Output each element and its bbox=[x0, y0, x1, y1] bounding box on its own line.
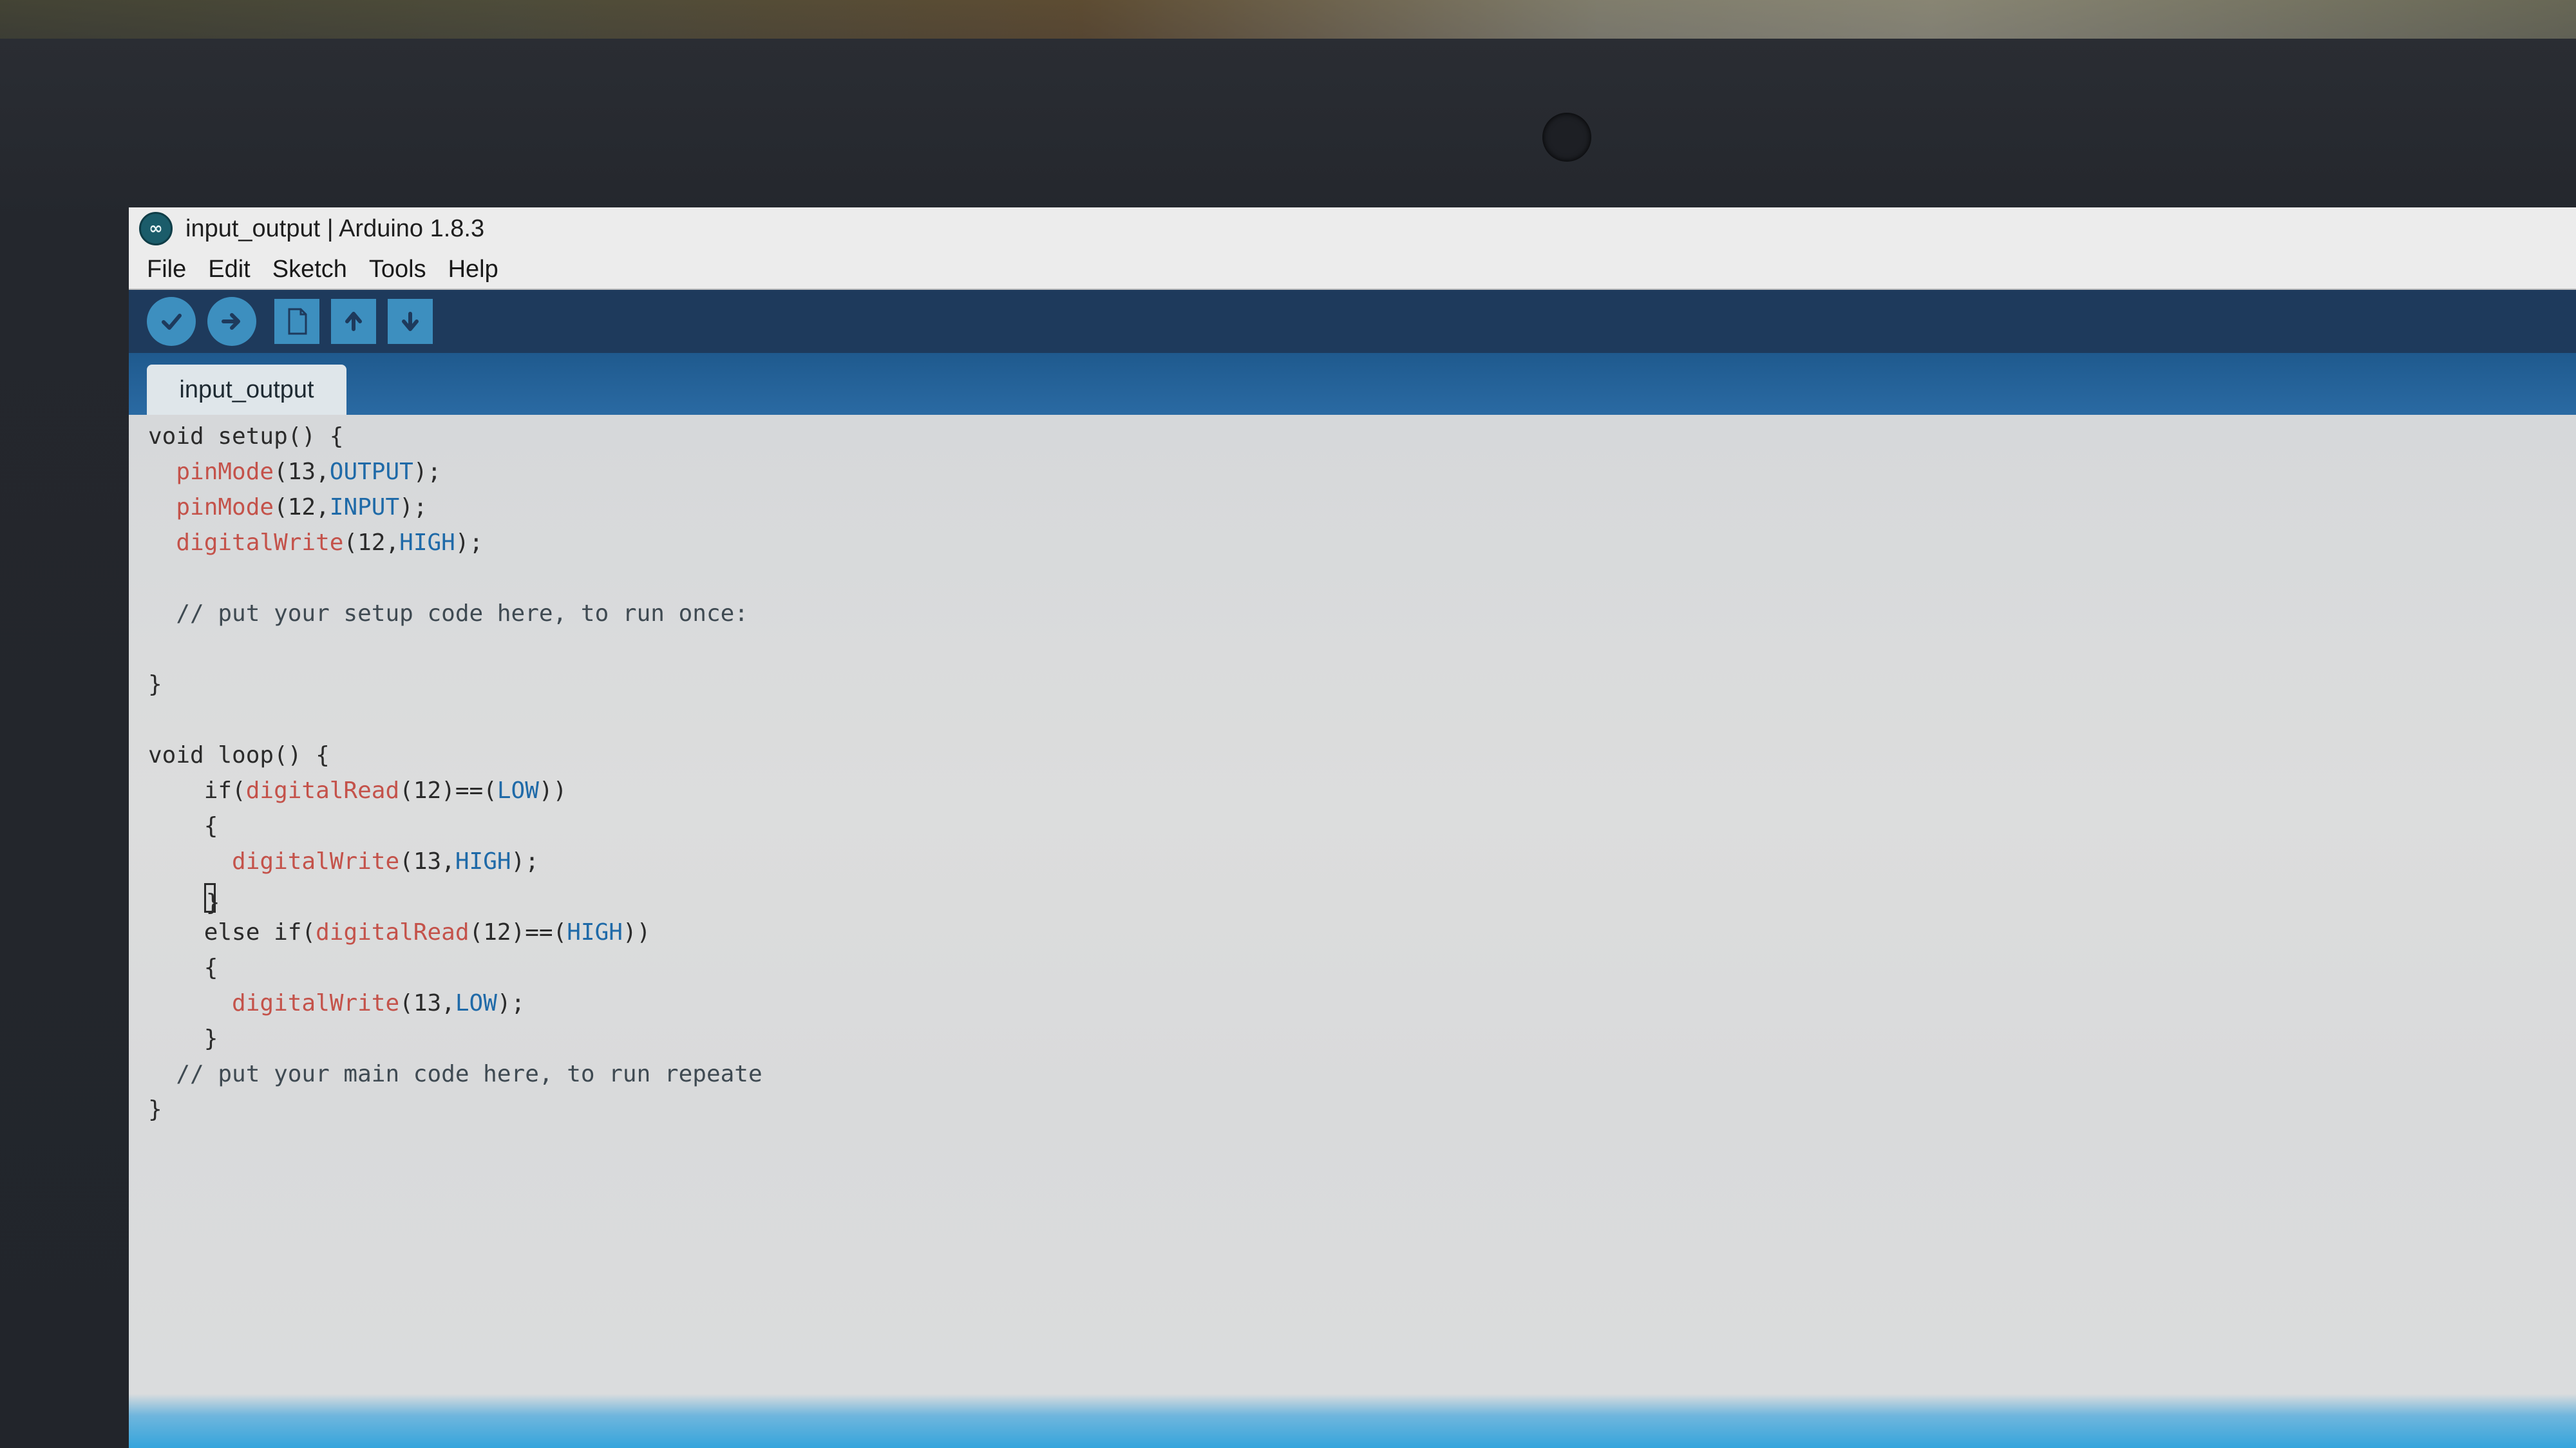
window-title: input_output | Arduino 1.8.3 bbox=[185, 214, 485, 242]
code-token: )) bbox=[538, 777, 567, 804]
code-token: ); bbox=[511, 848, 539, 875]
menu-tools[interactable]: Tools bbox=[366, 256, 429, 283]
code-line[interactable] bbox=[148, 702, 762, 738]
menu-bar: File Edit Sketch Tools Help bbox=[129, 250, 2576, 290]
code-line[interactable]: { bbox=[148, 808, 762, 844]
code-token: (13, bbox=[399, 848, 455, 875]
constant-token: HIGH bbox=[567, 919, 623, 946]
code-token: } bbox=[148, 1096, 162, 1123]
code-editor[interactable]: void setup() { pinMode(13,OUTPUT); pinMo… bbox=[129, 415, 2576, 1394]
code-token: } bbox=[148, 671, 162, 698]
code-line[interactable]: } bbox=[148, 1021, 762, 1056]
function-token: pinMode bbox=[176, 494, 274, 520]
constant-token: OUTPUT bbox=[329, 459, 413, 485]
code-token: (12, bbox=[274, 494, 330, 520]
tab-input-output[interactable]: input_output bbox=[147, 365, 346, 415]
verify-button[interactable] bbox=[147, 297, 196, 346]
function-token: digitalRead bbox=[245, 777, 400, 804]
verify-icon bbox=[162, 314, 182, 330]
new-icon bbox=[288, 308, 307, 335]
comment-token: // put your setup code here, to run once… bbox=[148, 600, 748, 627]
code-text[interactable]: void setup() { pinMode(13,OUTPUT); pinMo… bbox=[148, 419, 762, 1127]
code-line[interactable]: else if(digitalRead(12)==(HIGH)) bbox=[148, 915, 762, 950]
function-token: digitalRead bbox=[316, 919, 469, 946]
comment-token: // put your main code here, to run repea… bbox=[148, 1061, 762, 1087]
code-line[interactable]: digitalWrite(13,HIGH); bbox=[148, 844, 762, 879]
function-token: digitalWrite bbox=[232, 990, 400, 1016]
code-line[interactable]: pinMode(13,OUTPUT); bbox=[148, 454, 762, 490]
code-token: )) bbox=[622, 919, 651, 946]
code-token: ); bbox=[399, 494, 428, 520]
constant-token: LOW bbox=[455, 990, 497, 1016]
save-icon bbox=[402, 312, 419, 331]
menu-help[interactable]: Help bbox=[446, 256, 501, 283]
open-icon bbox=[345, 312, 362, 331]
code-line[interactable]: digitalWrite(12,HIGH); bbox=[148, 525, 762, 560]
code-token: (13, bbox=[399, 990, 455, 1016]
code-token: { bbox=[148, 813, 218, 839]
constant-token: HIGH bbox=[399, 529, 455, 556]
arduino-window: ∞ input_output | Arduino 1.8.3 File Edit… bbox=[129, 207, 2576, 1448]
background-scene bbox=[0, 0, 2576, 39]
menu-sketch[interactable]: Sketch bbox=[270, 256, 350, 283]
code-line[interactable] bbox=[148, 560, 762, 596]
upload-icon bbox=[222, 313, 240, 330]
code-token: { bbox=[148, 955, 218, 981]
code-token: (13, bbox=[274, 459, 330, 485]
code-line[interactable] bbox=[148, 631, 762, 667]
code-token: ); bbox=[413, 459, 442, 485]
code-line[interactable]: void setup() { bbox=[148, 419, 762, 454]
constant-token: INPUT bbox=[329, 494, 400, 520]
code-token: ); bbox=[455, 529, 484, 556]
code-token: (12)==( bbox=[469, 919, 567, 946]
text-cursor-bracket: } bbox=[204, 883, 220, 916]
save-button[interactable] bbox=[388, 299, 433, 344]
title-bar: ∞ input_output | Arduino 1.8.3 bbox=[129, 207, 2576, 250]
code-line[interactable]: // put your setup code here, to run once… bbox=[148, 596, 762, 631]
menu-edit[interactable]: Edit bbox=[205, 256, 252, 283]
code-token: } bbox=[148, 1025, 218, 1052]
code-token: ); bbox=[497, 990, 526, 1016]
code-line[interactable]: { bbox=[148, 950, 762, 986]
code-line[interactable]: pinMode(12,INPUT); bbox=[148, 490, 762, 525]
toolbar bbox=[129, 290, 2576, 353]
code-line[interactable]: if(digitalRead(12)==(LOW)) bbox=[148, 773, 762, 808]
constant-token: LOW bbox=[497, 777, 539, 804]
code-line[interactable]: } bbox=[148, 879, 762, 916]
function-token: pinMode bbox=[176, 459, 274, 485]
code-line[interactable]: digitalWrite(13,LOW); bbox=[148, 986, 762, 1021]
menu-file[interactable]: File bbox=[144, 256, 189, 283]
upload-button[interactable] bbox=[207, 297, 256, 346]
code-line[interactable]: // put your main code here, to run repea… bbox=[148, 1056, 762, 1092]
code-token: (12, bbox=[343, 529, 400, 556]
function-token: digitalWrite bbox=[232, 848, 400, 875]
new-button[interactable] bbox=[274, 299, 319, 344]
tab-strip: input_output bbox=[129, 353, 2576, 415]
code-token: if( bbox=[148, 777, 246, 804]
status-bar bbox=[129, 1394, 2576, 1448]
webcam bbox=[1542, 113, 1591, 162]
code-token: void setup() { bbox=[148, 423, 344, 450]
function-token: digitalWrite bbox=[176, 529, 344, 556]
code-line[interactable]: void loop() { bbox=[148, 738, 762, 773]
code-token: else if( bbox=[148, 919, 316, 946]
laptop-screen: ∞ input_output | Arduino 1.8.3 File Edit… bbox=[0, 0, 2576, 1448]
code-line[interactable]: } bbox=[148, 667, 762, 702]
code-token: (12)==( bbox=[399, 777, 497, 804]
code-line[interactable]: } bbox=[148, 1092, 762, 1127]
constant-token: HIGH bbox=[455, 848, 511, 875]
arduino-logo-icon: ∞ bbox=[139, 212, 173, 245]
open-button[interactable] bbox=[331, 299, 376, 344]
code-token: void loop() { bbox=[148, 742, 330, 768]
